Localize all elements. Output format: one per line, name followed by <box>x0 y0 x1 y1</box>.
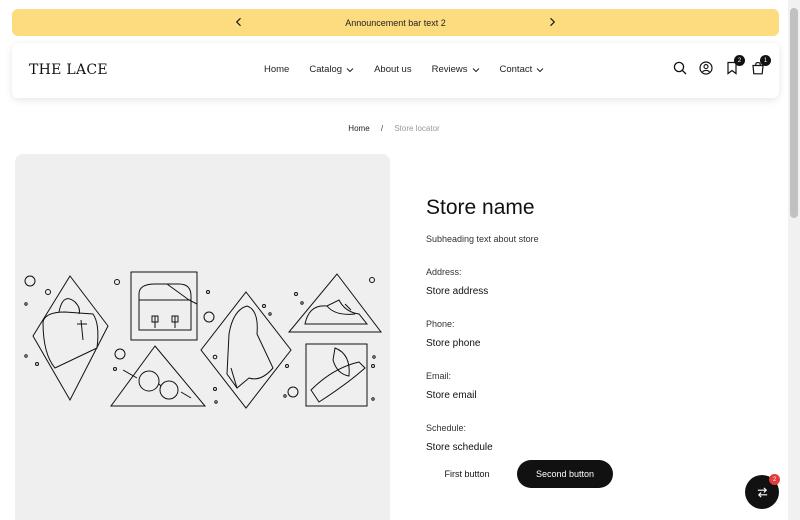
first-button[interactable]: First button <box>426 460 508 488</box>
page: Announcement bar text 2 THE LACE Home Ca… <box>0 0 788 520</box>
announcement-bar: Announcement bar text 2 <box>12 9 779 36</box>
phone-value: Store phone <box>426 338 481 349</box>
chevron-down-icon <box>346 67 354 72</box>
page-scrollbar[interactable] <box>788 0 800 520</box>
announcement-next-button[interactable] <box>544 14 560 30</box>
address-label: Address: <box>426 267 462 277</box>
wishlist-count-badge: 2 <box>734 55 745 66</box>
email-label: Email: <box>426 371 452 381</box>
breadcrumb-separator: / <box>380 124 384 133</box>
cart-button[interactable]: 1 <box>751 55 771 75</box>
store-image <box>15 154 390 520</box>
nav-item-reviews[interactable]: Reviews <box>432 64 480 75</box>
announcement-prev-button[interactable] <box>231 14 247 30</box>
nav-item-label: About us <box>374 64 412 75</box>
swap-arrows-icon <box>757 486 767 498</box>
nav-item-about[interactable]: About us <box>374 64 412 75</box>
nav-item-label: Home <box>264 64 290 75</box>
nav-item-contact[interactable]: Contact <box>500 64 545 75</box>
compare-fab-button[interactable]: 2 <box>745 474 780 509</box>
second-button[interactable]: Second button <box>517 460 613 488</box>
chevron-down-icon <box>536 67 544 72</box>
search-icon <box>673 61 687 75</box>
store-info: Store name Subheading text about store A… <box>426 196 746 488</box>
breadcrumb: Home / Store locator <box>0 124 788 133</box>
store-subheading: Subheading text about store <box>426 234 539 244</box>
nav-item-label: Catalog <box>309 64 343 75</box>
site-header: THE LACE Home Catalog About us Reviews C… <box>12 43 779 98</box>
nav-item-label: Reviews <box>431 64 468 75</box>
compare-count-badge: 2 <box>769 474 780 485</box>
breadcrumb-home-link[interactable]: Home <box>348 124 369 133</box>
schedule-value: Store schedule <box>426 442 493 453</box>
chevron-down-icon <box>472 67 479 72</box>
wishlist-button[interactable]: 2 <box>725 55 745 75</box>
store-title: Store name <box>426 196 535 219</box>
schedule-label: Schedule: <box>426 423 467 433</box>
chevron-left-icon <box>235 17 241 27</box>
scrollbar-thumb[interactable] <box>790 8 798 218</box>
header-icons: 2 1 <box>673 55 771 75</box>
phone-label: Phone: <box>426 319 455 329</box>
nav-item-catalog[interactable]: Catalog <box>309 64 354 75</box>
breadcrumb-current: Store locator <box>394 124 440 133</box>
address-value: Store address <box>426 286 489 297</box>
main-nav: Home Catalog About us Reviews Contact <box>264 64 564 75</box>
user-icon <box>699 61 713 75</box>
cart-count-badge: 1 <box>760 55 771 66</box>
nav-item-label: Contact <box>499 64 533 75</box>
store-actions: First button Second button <box>426 460 613 488</box>
account-button[interactable] <box>699 61 713 75</box>
email-value: Store email <box>426 390 477 401</box>
search-button[interactable] <box>673 61 687 75</box>
site-logo[interactable]: THE LACE <box>29 62 108 78</box>
nav-item-home[interactable]: Home <box>264 64 289 75</box>
store-illustration <box>24 271 383 409</box>
announcement-text: Announcement bar text 2 <box>345 17 446 28</box>
chevron-right-icon <box>550 17 556 27</box>
